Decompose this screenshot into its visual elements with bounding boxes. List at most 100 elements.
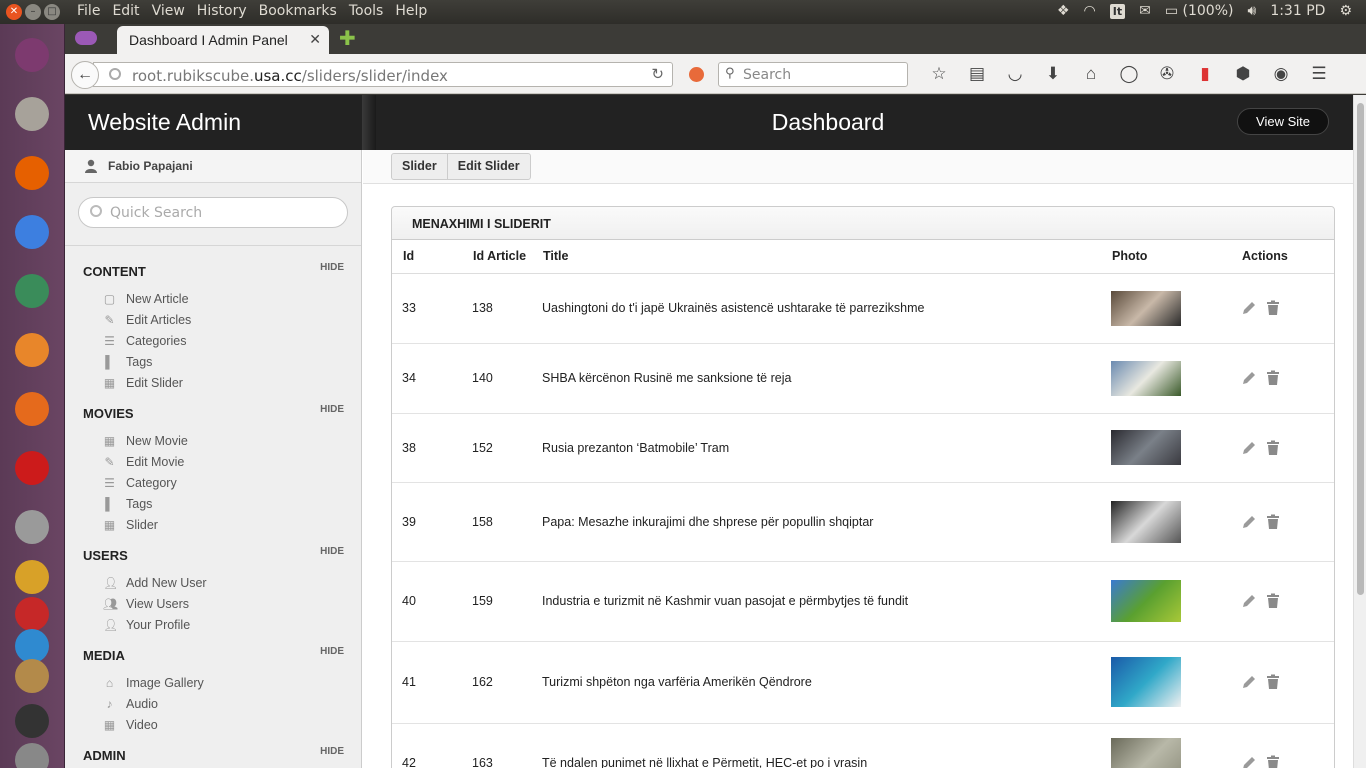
mail-icon[interactable]: ✉ — [1139, 3, 1151, 19]
site-info-icon[interactable] — [109, 68, 121, 80]
hide-section-button[interactable]: HIDE — [320, 646, 344, 657]
site-brand[interactable]: Website Admin — [88, 109, 241, 136]
quick-search-input[interactable]: Quick Search — [78, 197, 348, 228]
delete-trash-icon[interactable] — [1265, 755, 1281, 768]
battery-percent: (100%) — [1182, 3, 1234, 19]
reading-list-icon[interactable]: ▤ — [958, 64, 996, 84]
menu-tools[interactable]: Tools — [343, 3, 390, 19]
delete-trash-icon[interactable] — [1265, 674, 1281, 690]
power-gear-icon[interactable]: ⚙ — [1339, 3, 1352, 19]
menu-history[interactable]: History — [191, 3, 253, 19]
chat-icon[interactable]: ◯ — [1110, 64, 1148, 84]
window-close-button[interactable]: ✕ — [6, 4, 22, 20]
ad-block-icon[interactable] — [689, 67, 704, 82]
sidebar-item-edit-movie[interactable]: ✎ Edit Movie — [65, 452, 362, 473]
cell-photo — [1101, 273, 1231, 344]
cell-id: 33 — [392, 273, 462, 344]
launcher-notes[interactable] — [8, 652, 56, 700]
pocket-icon[interactable]: ◡ — [996, 64, 1034, 84]
menu-help[interactable]: Help — [389, 3, 433, 19]
menu-bookmarks[interactable]: Bookmarks — [253, 3, 343, 19]
breadcrumb-item[interactable]: Slider — [392, 154, 447, 179]
cell-actions — [1231, 482, 1334, 562]
keyboard-layout-indicator[interactable]: It — [1109, 3, 1126, 19]
sidebar-item-image-gallery[interactable]: ⌂ Image Gallery — [65, 673, 362, 694]
sidebar-item-slider[interactable]: ▦ Slider — [65, 515, 362, 536]
table-row: 33 138 Uashingtoni do t'i japë Ukrainës as… — [392, 273, 1334, 344]
browser-tab-active[interactable]: Dashboard I Admin Panel ✕ — [117, 26, 329, 54]
edit-pencil-icon[interactable] — [1241, 674, 1257, 690]
battery-indicator[interactable]: ▭ (100%) — [1165, 3, 1234, 19]
dropbox-icon[interactable]: ❖ — [1057, 3, 1070, 19]
edit-pencil-icon[interactable] — [1241, 514, 1257, 530]
launcher-atom[interactable] — [8, 267, 56, 315]
edit-pencil-icon[interactable] — [1241, 440, 1257, 456]
launcher-files[interactable] — [8, 90, 56, 138]
extension-red-icon[interactable]: ▮ — [1186, 64, 1224, 84]
tab-close-icon[interactable]: ✕ — [309, 31, 321, 48]
sidebar-item-video[interactable]: ▦ Video — [65, 715, 362, 736]
hide-section-button[interactable]: HIDE — [320, 404, 344, 415]
page-scrollbar[interactable] — [1353, 95, 1366, 768]
sidebar-item-categories[interactable]: ☰ Categories — [65, 331, 362, 352]
window-minimize-button[interactable]: – — [25, 4, 41, 20]
edit-pencil-icon[interactable] — [1241, 755, 1257, 768]
launcher-system-settings[interactable] — [8, 326, 56, 374]
hide-section-button[interactable]: HIDE — [320, 746, 344, 757]
menu-file[interactable]: File — [71, 3, 106, 19]
sidebar-item-edit-slider[interactable]: ▦ Edit Slider — [65, 373, 362, 394]
sidebar-item-edit-articles[interactable]: ✎ Edit Articles — [65, 310, 362, 331]
launcher-chrome[interactable] — [8, 208, 56, 256]
launcher-firefox[interactable] — [8, 149, 56, 197]
menu-edit[interactable]: Edit — [106, 3, 145, 19]
sidebar-item-new-article[interactable]: ▢ New Article — [65, 289, 362, 310]
wifi-icon[interactable]: ◠ — [1084, 3, 1096, 19]
sidebar-item-tags[interactable]: ▌ Tags — [65, 494, 362, 515]
sidebar-item-view-users[interactable]: 👥︎ View Users — [65, 594, 362, 615]
sidebar-item-new-movie[interactable]: ▦ New Movie — [65, 431, 362, 452]
extension-globe-icon[interactable]: ◉ — [1262, 64, 1300, 84]
breadcrumb-item[interactable]: Edit Slider — [446, 154, 530, 179]
url-bar[interactable]: root.rubikscube.usa.cc/sliders/slider/in… — [93, 62, 673, 87]
launcher-settings-tools[interactable] — [8, 503, 56, 551]
adblock-plus-icon[interactable]: ⬢ — [1224, 64, 1262, 84]
scrollbar-thumb[interactable] — [1357, 103, 1364, 595]
sidebar-item-tags[interactable]: ▌ Tags — [65, 352, 362, 373]
hide-section-button[interactable]: HIDE — [320, 546, 344, 557]
sidebar-item-category[interactable]: ☰ Category — [65, 473, 362, 494]
window-maximize-button[interactable]: □ — [44, 4, 60, 20]
user-name[interactable]: Fabio Papajani — [108, 159, 193, 173]
home-icon[interactable]: ⌂ — [1072, 64, 1110, 84]
sidebar-item-your-profile[interactable]: 👤︎ Your Profile — [65, 615, 362, 636]
launcher-software-center[interactable] — [8, 385, 56, 433]
downloads-icon[interactable]: ⬇ — [1034, 64, 1072, 84]
delete-trash-icon[interactable] — [1265, 514, 1281, 530]
nav-section-movies: MOVIES HIDE ▦ New Movie ✎ Edit Movie ☰ Category… — [65, 404, 362, 536]
menu-view[interactable]: View — [146, 3, 191, 19]
edit-pencil-icon[interactable] — [1241, 300, 1257, 316]
launcher-opera[interactable] — [8, 444, 56, 492]
bookmark-star-icon[interactable]: ☆ — [920, 64, 958, 84]
menu-hamburger-icon[interactable]: ☰ — [1300, 64, 1338, 84]
browser-search-input[interactable]: ⚲ Search — [718, 62, 908, 87]
delete-trash-icon[interactable] — [1265, 300, 1281, 316]
launcher-ubuntu-dash[interactable] — [8, 31, 56, 79]
edit-pencil-icon[interactable] — [1241, 370, 1257, 386]
delete-trash-icon[interactable] — [1265, 593, 1281, 609]
reload-icon[interactable]: ↻ — [651, 65, 664, 83]
delete-trash-icon[interactable] — [1265, 440, 1281, 456]
sidebar-item-audio[interactable]: ♪ Audio — [65, 694, 362, 715]
launcher-scanner[interactable] — [8, 736, 56, 768]
extension-icon[interactable]: ✇ — [1148, 64, 1186, 84]
new-tab-plus-icon[interactable]: ✚ — [339, 29, 356, 49]
clock[interactable]: 1:31 PD — [1270, 3, 1325, 19]
sidebar-item-add-new-user[interactable]: 👤︎ Add New User — [65, 573, 362, 594]
edit-pencil-icon[interactable] — [1241, 593, 1257, 609]
back-button[interactable]: ← — [71, 61, 99, 89]
view-site-button[interactable]: View Site — [1237, 108, 1329, 135]
slider-photo-thumbnail — [1111, 430, 1181, 465]
hide-section-button[interactable]: HIDE — [320, 262, 344, 273]
volume-icon[interactable]: 🔊︎ — [1247, 3, 1256, 19]
sidebar-item-label: View Users — [126, 597, 189, 611]
delete-trash-icon[interactable] — [1265, 370, 1281, 386]
